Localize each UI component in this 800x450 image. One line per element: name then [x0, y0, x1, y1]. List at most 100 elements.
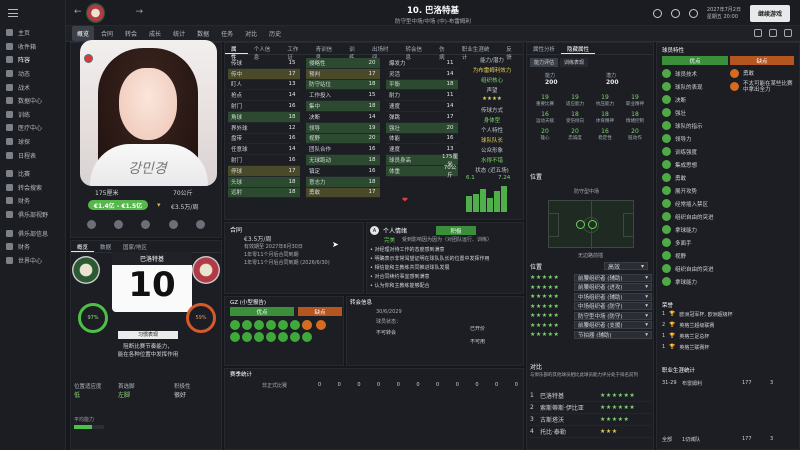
- sidebar-item-15[interactable]: 财务: [0, 240, 65, 254]
- role-select[interactable]: 前腰组织者 (支援) ▾: [574, 321, 652, 330]
- transfer-panel: [346, 296, 524, 366]
- report-line: • 相信能和主教练共同推进球队发展: [370, 264, 520, 273]
- sidebar-item-0[interactable]: 主页: [0, 26, 65, 40]
- tab-8[interactable]: 历史: [264, 26, 286, 41]
- transfer-unavailable: 不可用: [470, 339, 486, 345]
- attr-row: 体能 16: [386, 134, 458, 145]
- hamburger-icon[interactable]: [8, 9, 18, 17]
- tab-7[interactable]: 对比: [240, 26, 262, 41]
- attr-tab-3[interactable]: 青训信息: [310, 43, 344, 61]
- season-stat-cell: 0: [455, 382, 459, 388]
- help-icon[interactable]: [670, 9, 680, 18]
- role-select[interactable]: 中场组织者 (辅助) ▾: [574, 292, 652, 301]
- sidebar-item-3[interactable]: 动态: [0, 67, 65, 81]
- analysis-tab-0[interactable]: 属性分析: [527, 43, 561, 54]
- tab-1[interactable]: 合同: [96, 26, 118, 41]
- attr-tab-5[interactable]: 出场时间: [366, 43, 400, 61]
- attr-row: 弹跳 17: [386, 112, 458, 123]
- sidebar-item-label: 俱乐部视野: [18, 212, 49, 220]
- attr-tab-6[interactable]: 转会信息: [400, 43, 434, 61]
- sidebar-item-10[interactable]: 比赛: [0, 167, 65, 181]
- sidebar-item-16[interactable]: 世界中心: [0, 254, 65, 268]
- bookmark-icon[interactable]: [769, 29, 777, 37]
- roles-filter-dropdown[interactable]: 高效 ▾: [604, 262, 648, 271]
- attr-row: 侵略性 20: [306, 58, 380, 69]
- tab-4[interactable]: 统计: [168, 26, 190, 41]
- tab-2[interactable]: 转会: [120, 26, 142, 41]
- tab-0[interactable]: 概览: [72, 26, 95, 41]
- motivation-title: 积极性: [174, 384, 191, 390]
- role-stars: ★★★★★: [530, 302, 560, 310]
- role-row[interactable]: ★★★★★ 中场组织者 (辅助) ▾: [530, 292, 652, 302]
- analysis-subtab-1[interactable]: 训练表现: [560, 58, 589, 67]
- role-row[interactable]: ★★★★★ 前腰组织者 (支援) ▾: [530, 321, 652, 331]
- role-row[interactable]: ★★★★★ 前腰组织者 (辅助) ▾: [530, 273, 652, 283]
- role-select[interactable]: 前腰组织者 (辅助) ▾: [574, 273, 652, 282]
- role-row[interactable]: ★★★★★ 前腰组织者 (进攻) ▾: [530, 283, 652, 293]
- role-item: 身体型: [483, 118, 501, 124]
- attr-tab-1[interactable]: 个人信息: [248, 43, 282, 61]
- tab-3[interactable]: 成长: [144, 26, 166, 41]
- sidebar-item-12[interactable]: 财务: [0, 194, 65, 208]
- role-row[interactable]: ★★★★★ 节拍器 (辅助) ▾: [530, 330, 652, 340]
- role-select[interactable]: 节拍器 (辅助) ▾: [574, 330, 652, 339]
- role-select[interactable]: 中场组织者 (防守) ▾: [574, 302, 652, 311]
- scout-icon[interactable]: [87, 219, 97, 229]
- globe-icon[interactable]: [652, 9, 662, 18]
- attr-tab-9[interactable]: 反馈: [500, 43, 523, 61]
- weight-value: 70公斤: [173, 190, 193, 197]
- ranking-row[interactable]: 4 托比·泰勒 ★★★: [530, 426, 652, 438]
- attr-value: 16: [288, 135, 296, 142]
- sidebar-item-7[interactable]: 医疗中心: [0, 121, 65, 135]
- rank-name: 托比·泰勒: [540, 429, 566, 436]
- ranking-row[interactable]: 3 古斯塔沃 ★★★★★: [530, 414, 652, 426]
- trait-icon: [278, 332, 288, 342]
- sidebar-item-4[interactable]: 战术: [0, 80, 65, 94]
- attr-tab-2[interactable]: 工作证: [281, 43, 309, 61]
- compare-icon[interactable]: [141, 219, 151, 229]
- sidebar-item-5[interactable]: 数据中心: [0, 94, 65, 108]
- attr-tab-7[interactable]: 伤病: [433, 43, 456, 61]
- attr-tab-0[interactable]: 属性: [225, 43, 248, 61]
- position-dot-primary: [576, 220, 585, 229]
- sidebar-item-13[interactable]: 俱乐部视野: [0, 208, 65, 222]
- pos-fit-title: 位置适应度: [74, 384, 102, 390]
- attr-row: 平衡 18: [386, 79, 458, 91]
- role-row[interactable]: ★★★★★ 中场组织者 (防守) ▾: [530, 302, 652, 312]
- sidebar-item-2[interactable]: 阵容: [0, 53, 65, 67]
- attr-tab-8[interactable]: 职业生涯统计: [456, 43, 500, 61]
- sidebar-item-6[interactable]: 训练: [0, 108, 65, 122]
- more-actions-icon[interactable]: [195, 219, 205, 229]
- sidebar-item-1[interactable]: 收件箱: [0, 40, 65, 54]
- role-select[interactable]: 防守型中场 (防守) ▾: [574, 311, 652, 320]
- left-subtab-0[interactable]: 概览: [71, 241, 95, 252]
- analysis-tab-1[interactable]: 隐藏属性: [561, 43, 596, 54]
- settings-icon[interactable]: [688, 9, 698, 18]
- ranking-row[interactable]: 2 索斯蒂斯·伊比亚 ★★★★★★: [530, 402, 652, 414]
- shortlist-icon[interactable]: [168, 219, 178, 229]
- continue-button[interactable]: 继续游戏: [749, 5, 790, 22]
- motivation-value: 很好: [174, 392, 187, 399]
- left-subtab-2[interactable]: 国家/地区: [117, 241, 153, 252]
- role-select[interactable]: 前腰组织者 (进攻) ▾: [574, 283, 652, 292]
- gz-bad-badge: 缺点: [298, 307, 342, 316]
- more-icon[interactable]: [784, 29, 792, 37]
- analysis-subtab-0[interactable]: 能力评估: [530, 58, 559, 67]
- sidebar-item-9[interactable]: 日程表: [0, 148, 65, 162]
- sidebar-item-11[interactable]: 转会搜索: [0, 181, 65, 195]
- hidden-stat: 20 忠诚度: [560, 128, 590, 141]
- sidebar-item-8[interactable]: 球探: [0, 135, 65, 149]
- role-row[interactable]: ★★★★★ 防守型中场 (防守) ▾: [530, 311, 652, 321]
- photo-face: [119, 68, 177, 140]
- gz-title: GZ (小型报告): [230, 300, 267, 306]
- ranking-row[interactable]: 1 巴洛特基 ★★★★★★: [530, 390, 652, 402]
- attr-tab-4[interactable]: 训练: [343, 43, 366, 61]
- contract-icon[interactable]: [114, 219, 124, 229]
- notification-icon[interactable]: [754, 29, 762, 37]
- trait-label: 多面手: [675, 240, 692, 247]
- sidebar-item-14[interactable]: 俱乐部信息: [0, 226, 65, 240]
- left-subtab-1[interactable]: 数据: [94, 241, 117, 252]
- tab-6[interactable]: 任务: [216, 26, 238, 41]
- tab-5[interactable]: 数据: [192, 26, 214, 41]
- hidden-stat: 19 抗压能力: [590, 94, 620, 107]
